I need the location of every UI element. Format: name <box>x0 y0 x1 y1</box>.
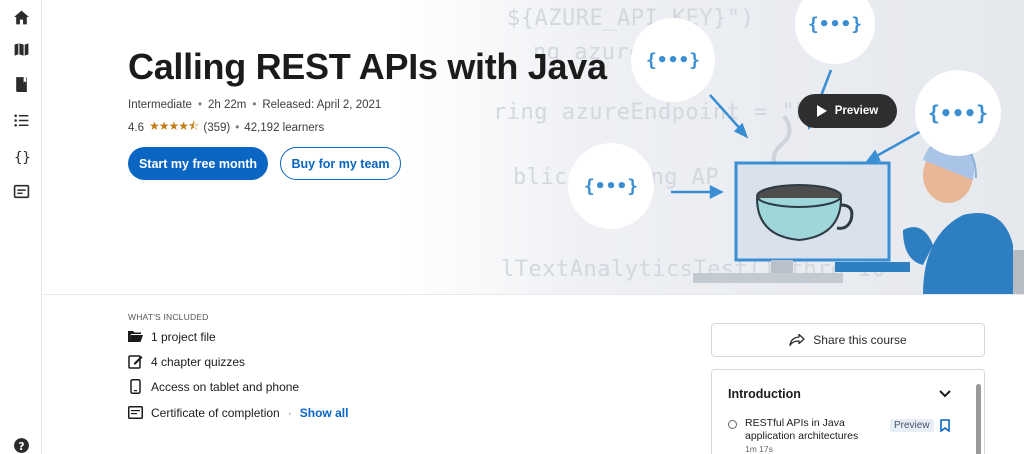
course-rating-row: 4.6 ★★★★⯪ (359) • 42,192 learners <box>128 117 324 138</box>
lesson-duration: 1m 17s <box>745 444 773 454</box>
course-duration: 2h 22m <box>207 99 247 111</box>
chapter-title[interactable]: Introduction <box>728 387 801 401</box>
learner-count: 42,192 learners <box>244 121 325 134</box>
lesson-title[interactable]: RESTful APIs in Java application archite… <box>745 417 875 443</box>
whats-included-heading: WHAT'S INCLUDED <box>128 312 209 322</box>
folder-icon <box>128 329 143 344</box>
share-icon <box>789 334 805 346</box>
illustration-graphic <box>671 69 1024 294</box>
lesson-preview-badge: Preview <box>890 419 934 432</box>
svg-text:?: ? <box>18 439 24 452</box>
list-icon[interactable] <box>6 107 36 133</box>
rating-value: 4.6 <box>128 121 144 134</box>
home-icon[interactable] <box>6 4 36 30</box>
api-bubble: {•••} <box>568 143 654 229</box>
code-icon[interactable]: {} <box>6 143 36 169</box>
map-icon[interactable] <box>6 36 36 62</box>
separator-dot: • <box>197 99 202 111</box>
preview-button[interactable]: Preview <box>798 94 897 128</box>
share-course-button[interactable]: Share this course <box>711 323 985 357</box>
lesson-status-icon <box>728 420 737 429</box>
course-level: Intermediate <box>128 99 192 111</box>
preview-label: Preview <box>834 105 879 117</box>
included-item-label: Certificate of completion <box>151 405 280 420</box>
included-item: Certificate of completion · Show all <box>128 405 348 420</box>
quiz-icon <box>128 354 143 369</box>
bookmark-icon[interactable] <box>940 419 950 432</box>
review-count[interactable]: (359) <box>203 122 230 134</box>
certificate-icon <box>128 405 143 420</box>
course-hero: ${AZURE_API_KEY}") ng azureApi ring azur… <box>43 0 1024 295</box>
course-contents-panel: Introduction RESTful APIs in Java applic… <box>711 369 985 454</box>
buy-for-team-button[interactable]: Buy for my team <box>280 147 401 180</box>
api-bubble: {•••} <box>915 70 1001 156</box>
phone-icon <box>128 379 143 394</box>
course-page: {} ? ${AZURE_API_KEY}") ng azureApi ring… <box>0 0 1024 454</box>
play-icon <box>816 105 827 117</box>
included-item-label: Access on tablet and phone <box>151 379 300 394</box>
included-item: 4 chapter quizzes <box>128 354 245 369</box>
share-course-label: Share this course <box>813 333 907 347</box>
chevron-down-icon[interactable] <box>938 386 952 400</box>
hero-illustration: ${AZURE_API_KEY}") ng azureApi ring azur… <box>403 0 1024 294</box>
start-free-month-button[interactable]: Start my free month <box>128 147 268 180</box>
svg-text:{}: {} <box>14 149 30 164</box>
book-icon[interactable] <box>6 71 36 97</box>
separator-dot: · <box>287 405 292 420</box>
toc-scrollbar[interactable] <box>976 384 981 454</box>
api-bubble: {•••} <box>631 18 715 102</box>
star-rating-icon: ★★★★⯪ <box>149 119 199 133</box>
course-release-date: Released: April 2, 2021 <box>262 99 382 111</box>
separator-dot: • <box>252 99 257 111</box>
left-nav-rail: {} ? <box>0 0 42 454</box>
screen-icon[interactable] <box>6 178 36 204</box>
show-all-link[interactable]: Show all <box>300 406 349 420</box>
course-meta: Intermediate • 2h 22m • Released: April … <box>128 99 381 111</box>
included-item: Access on tablet and phone <box>128 379 299 394</box>
included-item: 1 project file <box>128 329 216 344</box>
help-icon[interactable]: ? <box>6 432 36 454</box>
course-title: Calling REST APIs with Java <box>128 46 607 87</box>
separator-dot: • <box>235 121 240 134</box>
included-item-label: 1 project file <box>151 329 216 344</box>
included-item-label: 4 chapter quizzes <box>151 354 246 369</box>
